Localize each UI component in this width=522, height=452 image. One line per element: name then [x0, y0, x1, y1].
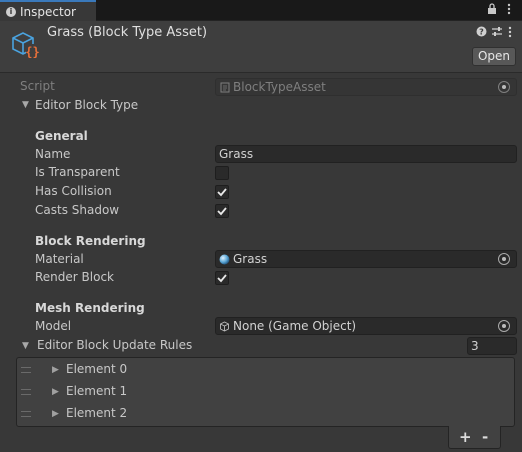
- block-rendering-header: Block Rendering: [35, 234, 146, 248]
- element-label[interactable]: Element 2: [66, 406, 127, 420]
- checkmark-icon: [217, 188, 227, 197]
- foldout-collapsed-icon[interactable]: ▶: [52, 409, 59, 419]
- editor-block-type-label[interactable]: Editor Block Type: [35, 98, 138, 112]
- material-field[interactable]: Grass: [215, 250, 517, 268]
- object-picker-icon[interactable]: [498, 253, 510, 265]
- tab-title: Inspector: [20, 4, 76, 19]
- is-transparent-label: Is Transparent: [35, 165, 120, 179]
- tab-inspector[interactable]: i Inspector: [0, 0, 96, 21]
- update-rules-list: ▶ Element 0 ▶ Element 1 ▶ Element 2: [16, 357, 515, 427]
- element-label[interactable]: Element 0: [66, 362, 127, 376]
- more-icon[interactable]: [508, 26, 512, 41]
- list-size-field[interactable]: 3: [467, 337, 517, 355]
- mesh-rendering-header: Mesh Rendering: [35, 301, 145, 315]
- general-header: General: [35, 129, 88, 143]
- model-label: Model: [35, 319, 72, 333]
- gameobject-icon: [220, 321, 229, 332]
- model-field[interactable]: None (Game Object): [215, 317, 517, 335]
- foldout-expanded-icon[interactable]: ▼: [22, 100, 29, 110]
- foldout-collapsed-icon[interactable]: ▶: [52, 365, 59, 375]
- material-icon: [219, 254, 230, 265]
- more-icon[interactable]: [507, 3, 511, 18]
- add-element-button[interactable]: +: [459, 428, 472, 446]
- checkmark-icon: [217, 207, 227, 216]
- lock-icon[interactable]: [487, 3, 497, 18]
- script-label: Script: [20, 79, 55, 93]
- block-type-asset-icon: {}: [10, 29, 40, 59]
- render-block-checkbox[interactable]: [215, 271, 229, 285]
- name-field[interactable]: Grass: [215, 145, 517, 163]
- has-collision-checkbox[interactable]: [215, 185, 229, 199]
- asset-title: Grass (Block Type Asset): [47, 25, 208, 40]
- drag-handle-icon[interactable]: [21, 389, 31, 395]
- render-block-label: Render Block: [35, 270, 114, 284]
- svg-text:?: ?: [479, 28, 484, 37]
- casts-shadow-checkbox[interactable]: [215, 204, 229, 218]
- script-icon: [220, 82, 230, 93]
- info-icon: i: [6, 6, 16, 17]
- foldout-collapsed-icon[interactable]: ▶: [52, 387, 59, 397]
- has-collision-label: Has Collision: [35, 184, 112, 198]
- foldout-expanded-icon[interactable]: ▼: [22, 341, 29, 351]
- model-value: None (Game Object): [233, 319, 357, 333]
- casts-shadow-label: Casts Shadow: [35, 203, 120, 217]
- checkmark-icon: [217, 274, 227, 283]
- material-value: Grass: [233, 252, 268, 266]
- drag-handle-icon[interactable]: [21, 411, 31, 417]
- script-field[interactable]: BlockTypeAsset: [215, 78, 517, 96]
- element-label[interactable]: Element 1: [66, 384, 127, 398]
- remove-element-button[interactable]: -: [482, 428, 488, 446]
- is-transparent-checkbox[interactable]: [215, 166, 229, 180]
- material-label: Material: [35, 252, 84, 266]
- update-rules-label[interactable]: Editor Block Update Rules: [37, 338, 192, 352]
- open-button[interactable]: Open: [472, 47, 516, 66]
- svg-text:{}: {}: [25, 45, 39, 59]
- drag-handle-icon[interactable]: [21, 367, 31, 373]
- name-label: Name: [35, 147, 71, 161]
- list-footer: + -: [448, 426, 501, 449]
- script-value: BlockTypeAsset: [233, 80, 326, 94]
- help-icon[interactable]: ?: [476, 26, 487, 40]
- object-picker-icon[interactable]: [498, 81, 510, 93]
- settings-icon[interactable]: [491, 26, 503, 40]
- object-picker-icon[interactable]: [498, 320, 510, 332]
